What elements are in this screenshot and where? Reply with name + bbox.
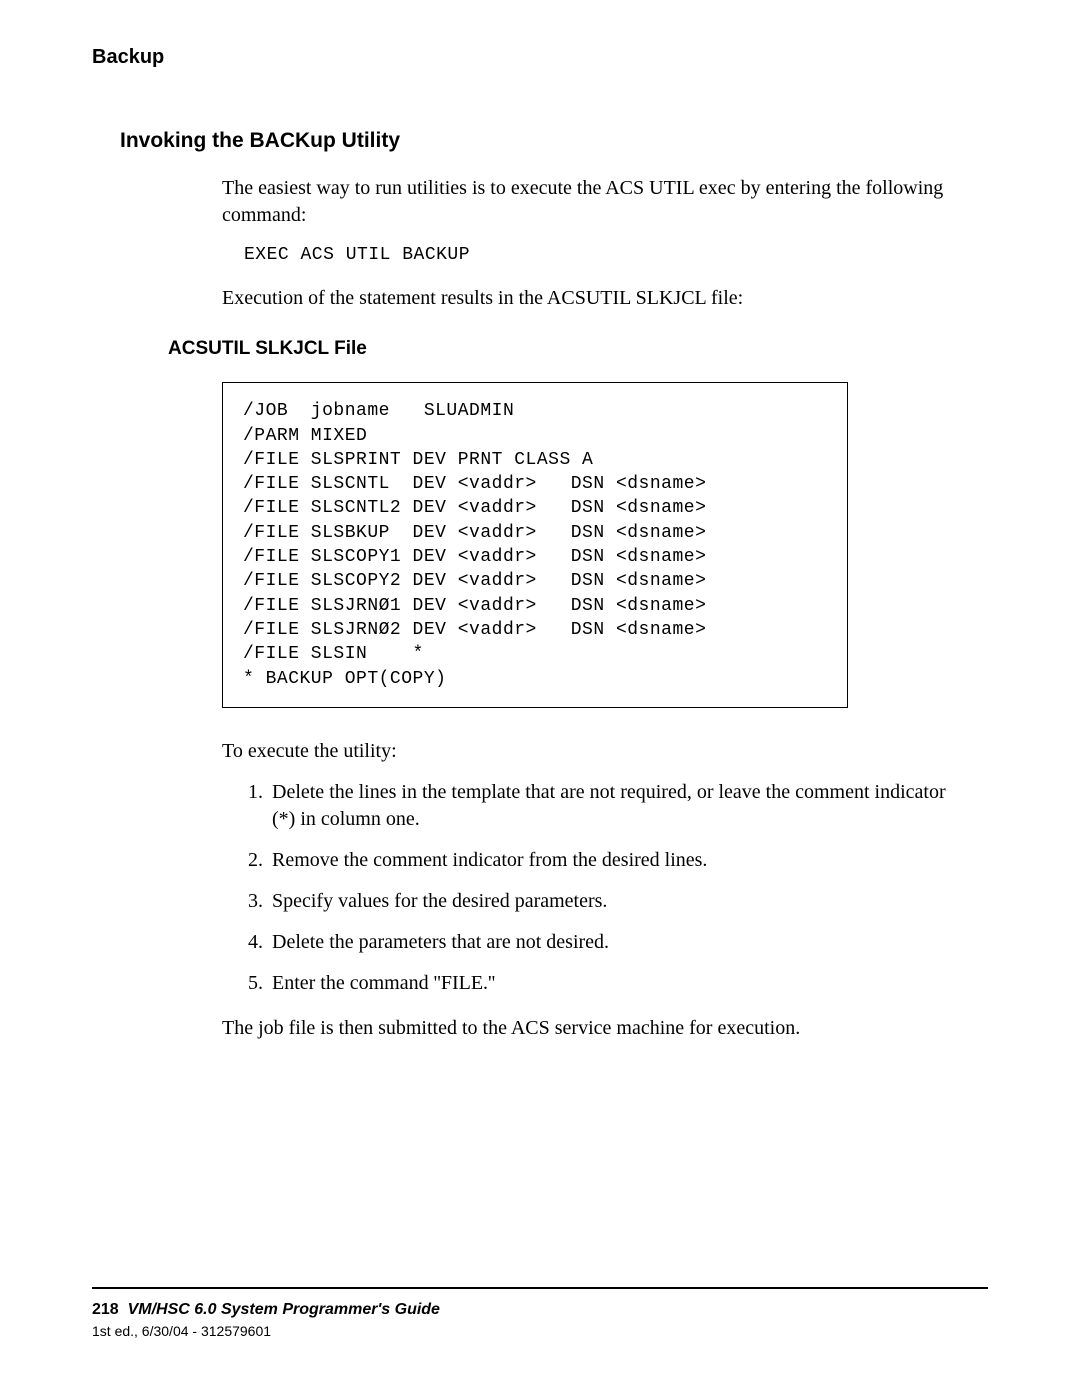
body-block-1: The easiest way to run utilities is to e… [222, 175, 968, 312]
step-item: Remove the comment indicator from the de… [268, 847, 968, 874]
exec-lead: To execute the utility: [222, 738, 968, 765]
footer-rule [92, 1287, 988, 1289]
jcl-code-block: /JOB jobname SLUADMIN /PARM MIXED /FILE … [222, 382, 848, 708]
step-item: Specify values for the desired parameter… [268, 888, 968, 915]
page-number: 218 [92, 1301, 119, 1318]
steps-list: Delete the lines in the template that ar… [222, 779, 968, 997]
footer-line-1: 218 VM/HSC 6.0 System Programmer's Guide [92, 1301, 988, 1319]
closing-paragraph: The job file is then submitted to the AC… [222, 1015, 968, 1042]
intro-paragraph: The easiest way to run utilities is to e… [222, 175, 968, 229]
body-block-2: To execute the utility: Delete the lines… [222, 738, 968, 1042]
section-heading: Invoking the BACKup Utility [120, 129, 988, 153]
book-title: VM/HSC 6.0 System Programmer's Guide [128, 1301, 440, 1318]
footer-line-2: 1st ed., 6/30/04 - 312579601 [92, 1323, 988, 1339]
step-item: Delete the lines in the template that ar… [268, 779, 968, 833]
subsection-heading: ACSUTIL SLKJCL File [168, 338, 988, 360]
step-item: Enter the command ''FILE.'' [268, 970, 968, 997]
after-command-paragraph: Execution of the statement results in th… [222, 285, 968, 312]
page-footer: 218 VM/HSC 6.0 System Programmer's Guide… [92, 1287, 988, 1339]
exec-command: EXEC ACS UTIL BACKUP [244, 243, 968, 267]
running-header: Backup [92, 46, 988, 69]
page: Backup Invoking the BACKup Utility The e… [0, 0, 1080, 1397]
step-item: Delete the parameters that are not desir… [268, 929, 968, 956]
